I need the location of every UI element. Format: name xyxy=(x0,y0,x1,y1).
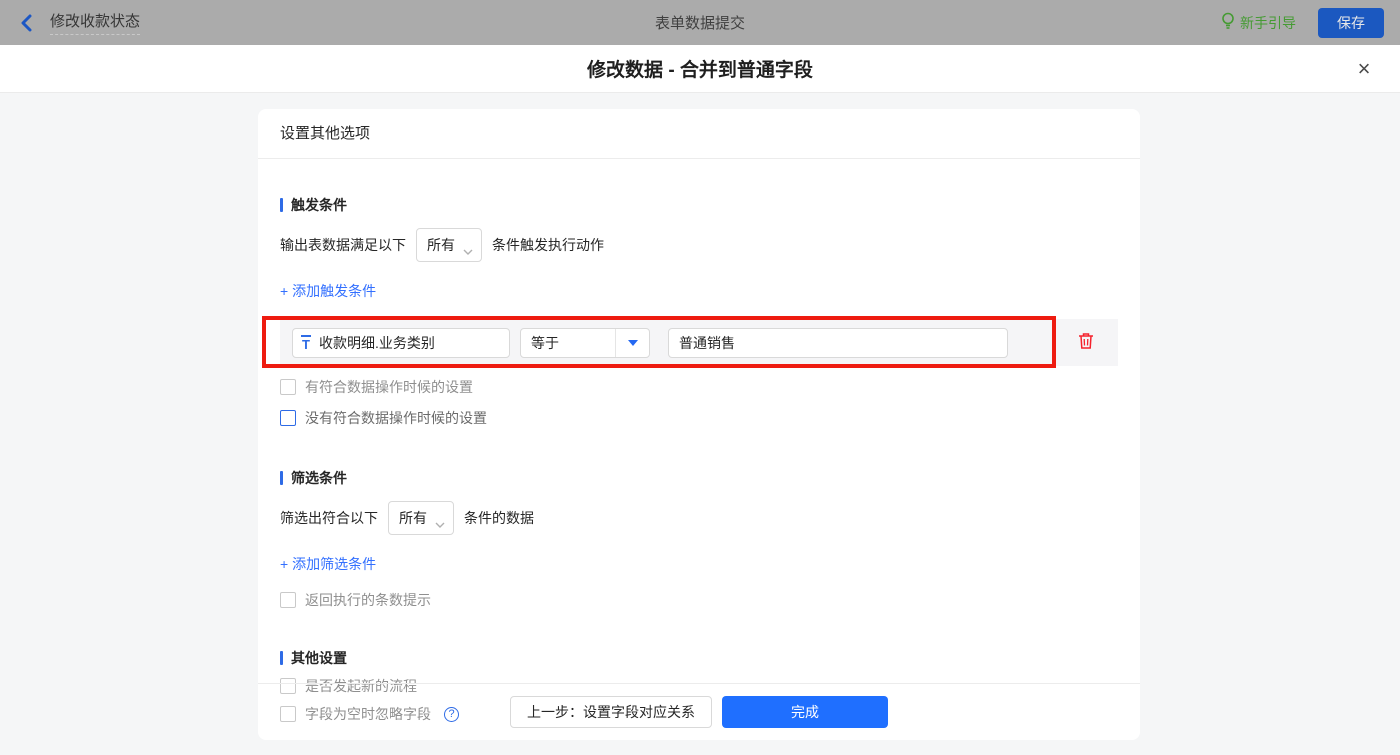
checkbox-row-has-match[interactable]: 有符合数据操作时候的设置 xyxy=(280,377,1118,397)
trigger-section-label: 触发条件 xyxy=(291,197,347,213)
chevron-down-icon xyxy=(463,242,473,255)
trigger-sentence-prefix: 输出表数据满足以下 xyxy=(280,237,406,253)
card-footer: 上一步：设置字段对应关系 完成 xyxy=(258,683,1140,740)
trash-icon xyxy=(1078,332,1094,353)
page-title: 表单数据提交 xyxy=(654,15,745,32)
trigger-sentence-suffix: 条件触发执行动作 xyxy=(492,237,604,253)
triangle-down-icon xyxy=(627,339,638,346)
done-button[interactable]: 完成 xyxy=(722,696,888,728)
checkbox-count-tip-label: 返回执行的条数提示 xyxy=(305,592,431,608)
topbar-left: 修改收款状态 xyxy=(16,10,141,35)
condition-field-input[interactable] xyxy=(319,334,501,351)
text-field-type-icon: T xyxy=(301,334,312,352)
other-section-title: 其他设置 xyxy=(280,648,1118,668)
checkbox-has-match-label: 有符合数据操作时候的设置 xyxy=(305,379,473,395)
checkbox-has-match[interactable] xyxy=(280,379,296,395)
checkbox-row-no-match[interactable]: 没有符合数据操作时候的设置 xyxy=(280,408,1118,428)
modal-header: 修改数据 - 合并到普通字段 × xyxy=(0,45,1400,93)
section-accent-bar xyxy=(280,651,283,665)
condition-field-input-wrap[interactable]: T xyxy=(292,327,510,358)
trigger-match-mode-value: 所有 xyxy=(427,237,455,253)
modal-title: 修改数据 - 合并到普通字段 xyxy=(587,60,813,81)
trigger-section-title: 触发条件 xyxy=(280,195,1118,215)
checkbox-no-match-label: 没有符合数据操作时候的设置 xyxy=(305,410,487,426)
flow-name[interactable]: 修改收款状态 xyxy=(50,10,141,35)
delete-condition-button[interactable] xyxy=(1076,333,1096,353)
condition-operator-value: 等于 xyxy=(531,334,559,351)
lightbulb-icon xyxy=(1221,12,1235,33)
card-body: 触发条件 输出表数据满足以下 所有 条件触发执行动作 + 添加触发条件 T 收款… xyxy=(258,195,1140,724)
filter-sentence-prefix: 筛选出符合以下 xyxy=(280,510,378,526)
trigger-match-mode-select[interactable]: 所有 xyxy=(416,228,482,262)
chevron-left-icon xyxy=(20,14,32,32)
previous-step-button[interactable]: 上一步：设置字段对应关系 xyxy=(510,696,712,728)
condition-operator-select[interactable]: 等于 xyxy=(520,327,650,358)
filter-section-title: 筛选条件 xyxy=(280,468,1118,488)
close-icon[interactable]: × xyxy=(1350,55,1378,83)
filter-condition-sentence: 筛选出符合以下 所有 条件的数据 xyxy=(280,501,1118,535)
filter-sentence-suffix: 条件的数据 xyxy=(464,510,534,526)
section-accent-bar xyxy=(280,471,283,485)
trigger-condition-sentence: 输出表数据满足以下 所有 条件触发执行动作 xyxy=(280,228,1118,262)
condition-inputs: T 等于 xyxy=(292,327,1076,358)
beginner-guide-link[interactable]: 新手引导 xyxy=(1221,12,1296,33)
settings-card: 设置其他选项 触发条件 输出表数据满足以下 所有 条件触发执行动作 + 添加触发… xyxy=(258,109,1140,740)
checkbox-no-match[interactable] xyxy=(280,410,296,426)
card-header: 设置其他选项 xyxy=(258,109,1140,159)
topbar-right: 新手引导 保存 xyxy=(1221,7,1384,38)
add-trigger-condition-link[interactable]: + 添加触发条件 xyxy=(280,281,376,301)
modal-body: 设置其他选项 触发条件 输出表数据满足以下 所有 条件触发执行动作 + 添加触发… xyxy=(0,93,1400,755)
condition-value-input-wrap[interactable] xyxy=(668,327,1008,358)
beginner-guide-label: 新手引导 xyxy=(1240,14,1296,31)
other-section-label: 其他设置 xyxy=(291,650,347,666)
topbar: 修改收款状态 表单数据提交 新手引导 保存 xyxy=(0,0,1400,45)
section-accent-bar xyxy=(280,198,283,212)
chevron-down-icon xyxy=(435,515,445,528)
filter-match-mode-select[interactable]: 所有 xyxy=(388,501,454,535)
screen: 修改收款状态 表单数据提交 新手引导 保存 修改数据 - 合并到普通字段 × 设… xyxy=(0,0,1400,755)
condition-value-input[interactable] xyxy=(679,334,997,351)
filter-section-label: 筛选条件 xyxy=(291,470,347,486)
filter-match-mode-value: 所有 xyxy=(399,510,427,526)
operator-caret-section[interactable] xyxy=(615,328,649,357)
trigger-condition-row: T 等于 xyxy=(262,316,1118,368)
checkbox-row-count-tip[interactable]: 返回执行的条数提示 xyxy=(280,590,1118,610)
add-filter-condition-link[interactable]: + 添加筛选条件 xyxy=(280,554,376,574)
checkbox-count-tip[interactable] xyxy=(280,592,296,608)
back-button[interactable] xyxy=(16,13,36,33)
save-button[interactable]: 保存 xyxy=(1318,7,1384,38)
